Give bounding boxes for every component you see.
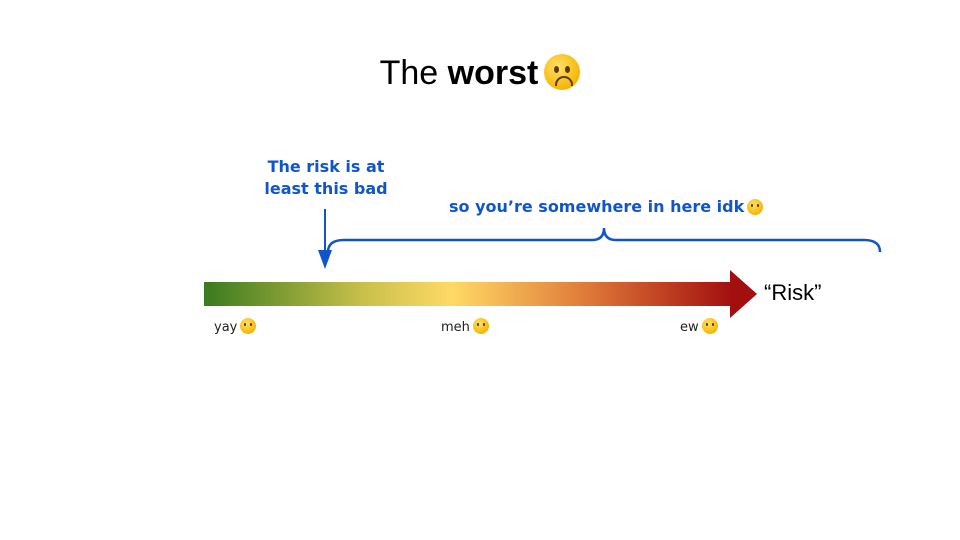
- risk-diagram: [204, 209, 882, 318]
- risk-scale-arrowhead: [730, 270, 757, 318]
- risk-axis-label: “Risk”: [764, 280, 822, 305]
- neutral-face-icon: [472, 318, 489, 334]
- tick-meh: meh: [441, 318, 489, 335]
- tick-ew: ew: [680, 318, 718, 335]
- range-brace: [326, 227, 882, 253]
- grimacing-face-icon: [701, 318, 718, 334]
- risk-scale-arrow: [204, 270, 757, 318]
- slide: The worst The risk is at least this bad s…: [0, 0, 960, 540]
- smiling-face-icon: [240, 318, 257, 334]
- tick-yay: yay: [214, 318, 257, 335]
- tick-ew-label: ew: [680, 320, 699, 335]
- at-least-pointer: [318, 209, 332, 269]
- risk-scale-bar: [204, 282, 732, 306]
- tick-yay-label: yay: [214, 320, 238, 335]
- tick-meh-label: meh: [441, 320, 470, 335]
